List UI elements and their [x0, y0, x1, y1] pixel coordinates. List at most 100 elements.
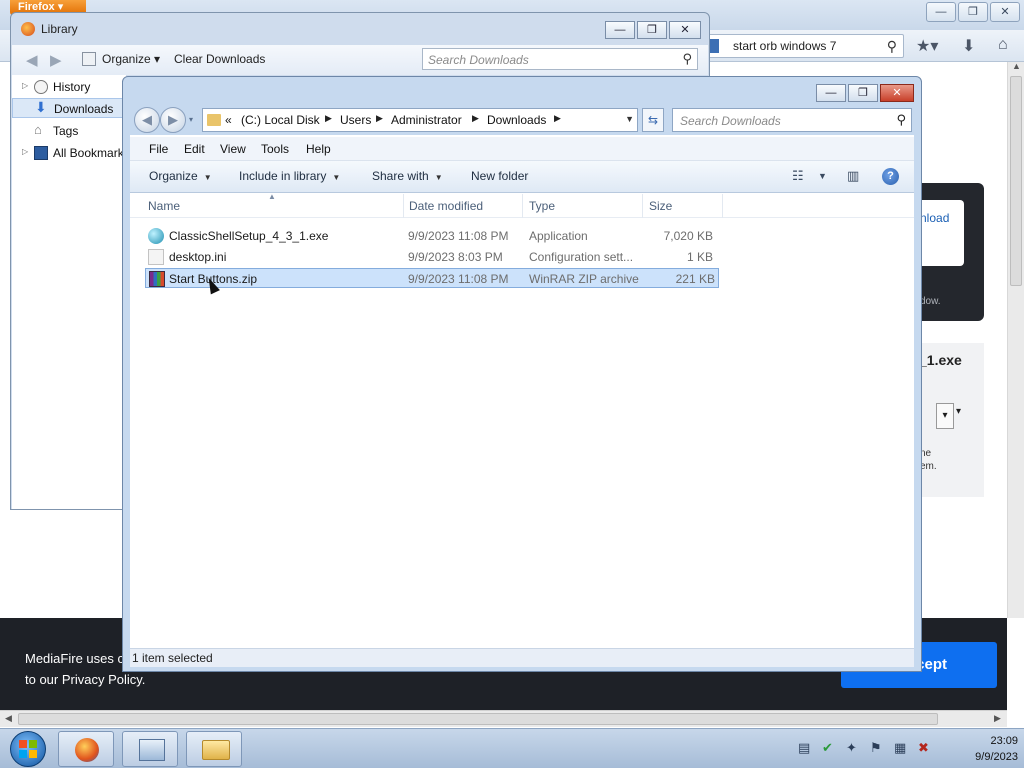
back-arrow-icon[interactable]: ◀	[26, 51, 38, 69]
preview-pane-icon[interactable]: ▥	[847, 168, 859, 184]
forward-arrow-icon[interactable]: ▶	[50, 51, 62, 69]
folder-icon	[202, 740, 230, 760]
taskbar-firefox[interactable]	[58, 731, 114, 767]
column-header: ▲ Name Date modified Type Size	[130, 192, 914, 218]
system-clock[interactable]: 23:09 9/9/2023	[942, 733, 1018, 765]
new-folder-button[interactable]: New folder	[471, 169, 528, 183]
mediafire-dropdown[interactable]: ▾	[936, 403, 954, 429]
chevron-right-icon[interactable]: ▶	[472, 113, 479, 124]
scrollbar-thumb[interactable]	[18, 713, 938, 725]
explorer-content: ◀ ▶ ▾ « (C:) Local Disk ▶ Users ▶ Admini…	[130, 105, 914, 667]
search-icon[interactable]: ⚲	[682, 51, 692, 67]
forward-button[interactable]: ▶	[160, 107, 186, 133]
address-bar[interactable]: « (C:) Local Disk ▶ Users ▶ Administrato…	[202, 108, 638, 132]
taskbar-control-panel[interactable]	[122, 731, 178, 767]
chevron-right-icon[interactable]: ▶	[325, 113, 332, 124]
breadcrumb-users[interactable]: Users	[340, 113, 371, 127]
explorer-window: — ❐ ✕ ◀ ▶ ▾ « (C:) Local Disk ▶ Users ▶ …	[122, 76, 922, 672]
file-date: 9/9/2023 11:08 PM	[408, 229, 509, 243]
firefox-search-box[interactable]: start orb windows 7 ⚲	[700, 34, 904, 58]
library-toolbar: ◀ ▶ Organize ▾ Clear Downloads Search Do…	[12, 45, 708, 75]
home-icon[interactable]: ⌂	[998, 36, 1008, 54]
chevron-right-icon[interactable]: ▶	[554, 113, 561, 124]
clear-downloads-button[interactable]: Clear Downloads	[174, 52, 265, 66]
menu-edit[interactable]: Edit	[184, 142, 205, 156]
mediafire-filename: _1.exe	[919, 352, 962, 368]
column-name[interactable]: Name	[142, 194, 404, 218]
library-search-input[interactable]: Search Downloads ⚲	[422, 48, 698, 70]
include-in-library-button[interactable]: Include in library ▼	[239, 169, 340, 183]
network-icon[interactable]: ▦	[894, 740, 906, 756]
expand-triangle-icon[interactable]: ▷	[22, 147, 28, 156]
taskbar-explorer[interactable]	[186, 731, 242, 767]
search-icon[interactable]: ⚲	[896, 112, 906, 128]
file-row-selected[interactable]: Start Buttons.zip 9/9/2023 11:08 PM WinR…	[145, 268, 719, 288]
chevron-right-icon[interactable]: ▶	[376, 113, 383, 124]
sidebar-item-history[interactable]: ▷ History	[12, 77, 126, 97]
scrollbar-thumb[interactable]	[1010, 76, 1022, 286]
help-icon[interactable]: ?	[882, 168, 899, 185]
breadcrumb-downloads[interactable]: Downloads	[487, 113, 546, 127]
library-maximize-button[interactable]: ❐	[637, 21, 667, 39]
explorer-search-input[interactable]: Search Downloads ⚲	[672, 108, 912, 132]
sidebar-item-downloads[interactable]: ⬇ Downloads	[12, 98, 126, 118]
scroll-up-icon[interactable]: ▲	[1012, 61, 1021, 71]
explorer-maximize-button[interactable]: ❐	[848, 84, 878, 102]
library-titlebar[interactable]: Library — ❐ ✕	[11, 13, 709, 45]
clipboard-icon[interactable]: ▤	[798, 740, 810, 756]
search-icon[interactable]: ⚲	[887, 38, 897, 55]
share-with-button[interactable]: Share with ▼	[372, 169, 443, 183]
mediafire-download-button[interactable]: nload	[918, 200, 964, 266]
wand-icon[interactable]: ✦	[846, 740, 857, 756]
explorer-close-button[interactable]: ✕	[880, 84, 914, 102]
file-size: 221 KB	[675, 272, 715, 286]
status-bar: 1 item selected	[130, 648, 914, 667]
scroll-left-icon[interactable]: ◀	[5, 713, 12, 724]
start-button[interactable]	[4, 729, 52, 769]
volume-muted-icon[interactable]: ✖	[918, 740, 929, 756]
windows-logo-icon	[19, 740, 37, 758]
security-check-icon[interactable]: ✔	[822, 740, 833, 756]
download-arrow-icon[interactable]: ⬇	[962, 36, 975, 56]
expand-triangle-icon[interactable]: ▷	[22, 81, 28, 90]
chevron-down-icon[interactable]: ▾	[956, 406, 961, 417]
column-size[interactable]: Size	[643, 194, 723, 218]
firefox-search-text: start orb windows 7	[733, 39, 837, 53]
firefox-minimize-button[interactable]: —	[926, 2, 956, 22]
menu-tools[interactable]: Tools	[261, 142, 289, 156]
library-minimize-button[interactable]: —	[605, 21, 635, 39]
privacy-policy-link[interactable]: to our Privacy Policy.	[25, 669, 145, 690]
library-close-button[interactable]: ✕	[669, 21, 701, 39]
chevron-down-icon[interactable]: ▼	[625, 114, 634, 124]
menu-view[interactable]: View	[220, 142, 246, 156]
firefox-maximize-button[interactable]: ❐	[958, 2, 988, 22]
column-date-modified[interactable]: Date modified	[403, 194, 523, 218]
bookmark-star-icon[interactable]: ★▾	[916, 36, 938, 56]
refresh-button[interactable]: ⇆	[642, 108, 664, 132]
chevron-down-icon[interactable]: ▼	[818, 171, 827, 181]
file-row[interactable]: desktop.ini 9/9/2023 8:03 PM Configurati…	[145, 247, 719, 267]
explorer-minimize-button[interactable]: —	[816, 84, 846, 102]
control-panel-icon	[139, 739, 165, 761]
file-row[interactable]: ClassicShellSetup_4_3_1.exe 9/9/2023 11:…	[145, 226, 719, 246]
recent-pages-dropdown[interactable]: ▾	[189, 115, 193, 124]
organize-button[interactable]: Organize ▼	[149, 169, 212, 183]
sidebar-item-all-bookmarks[interactable]: ▷ All Bookmarks	[12, 143, 130, 163]
address-overflow[interactable]: «	[225, 113, 232, 127]
page-vertical-scrollbar[interactable]: ▲	[1007, 61, 1024, 618]
tag-icon: ⌂	[34, 122, 42, 137]
action-center-flag-icon[interactable]: ⚑	[870, 740, 882, 756]
menu-help[interactable]: Help	[306, 142, 331, 156]
library-organize-button[interactable]: Organize ▾	[102, 52, 160, 66]
breadcrumb-administrator[interactable]: Administrator	[391, 113, 462, 127]
view-options-icon[interactable]: ☷	[792, 168, 804, 184]
back-button[interactable]: ◀	[134, 107, 160, 133]
sidebar-item-tags[interactable]: ⌂ Tags	[12, 121, 126, 141]
breadcrumb-local-disk[interactable]: (C:) Local Disk	[241, 113, 320, 127]
firefox-close-button[interactable]: ✕	[990, 2, 1020, 22]
column-type[interactable]: Type	[523, 194, 643, 218]
clock-time: 23:09	[990, 735, 1018, 747]
scroll-right-icon[interactable]: ▶	[994, 713, 1001, 724]
page-horizontal-scrollbar[interactable]: ◀ ▶	[0, 710, 1007, 727]
menu-file[interactable]: File	[149, 142, 168, 156]
